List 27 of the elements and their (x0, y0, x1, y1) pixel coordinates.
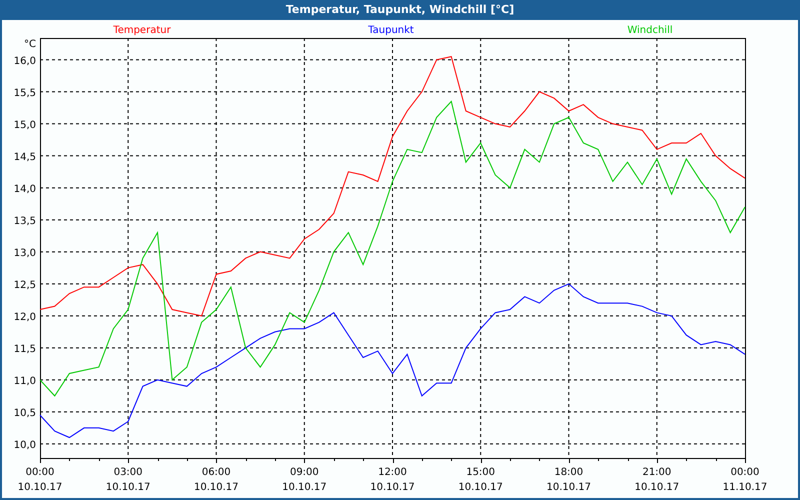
y-tick-label: 13,0 (14, 248, 36, 259)
x-tick-label: 21:00 10.10.17 (634, 467, 680, 493)
legend-label: Windchill (627, 25, 673, 36)
y-tick-label: 15,5 (14, 88, 36, 99)
x-tick-label: 00:00 10.10.17 (18, 467, 62, 493)
y-tick-label: 14,0 (14, 184, 36, 195)
y-tick-label: 11,0 (14, 376, 36, 387)
x-tick-label: 12:00 10.10.17 (370, 467, 415, 493)
x-tick-label: 15:00 10.10.17 (458, 467, 503, 493)
x-tick-label: 06:00 10.10.17 (194, 467, 239, 493)
y-tick-label: 13,5 (14, 216, 36, 227)
y-tick-label: 12,0 (14, 312, 36, 323)
legend-label: Taupunkt (368, 25, 414, 36)
y-tick-label: 10,0 (14, 440, 36, 451)
y-tick-label: 10,5 (14, 408, 36, 419)
y-tick-label: 12,5 (14, 280, 36, 291)
y-tick-label: 15,0 (14, 120, 36, 131)
y-tick-label: 11,5 (14, 344, 36, 355)
legend-label: Temperatur (113, 25, 171, 36)
x-tick-label: 18:00 10.10.17 (546, 467, 592, 493)
y-tick-label: 14,5 (14, 152, 36, 163)
x-tick-label: 03:00 10.10.17 (106, 467, 150, 493)
window-title: Temperatur, Taupunkt, Windchill [°C] (284, 2, 516, 18)
x-tick-label: 00:00 11.10.17 (722, 467, 768, 493)
axis-unit-label: °C (24, 39, 36, 50)
x-tick-label: 09:00 10.10.17 (282, 467, 327, 493)
y-tick-label: 16,0 (14, 56, 36, 67)
